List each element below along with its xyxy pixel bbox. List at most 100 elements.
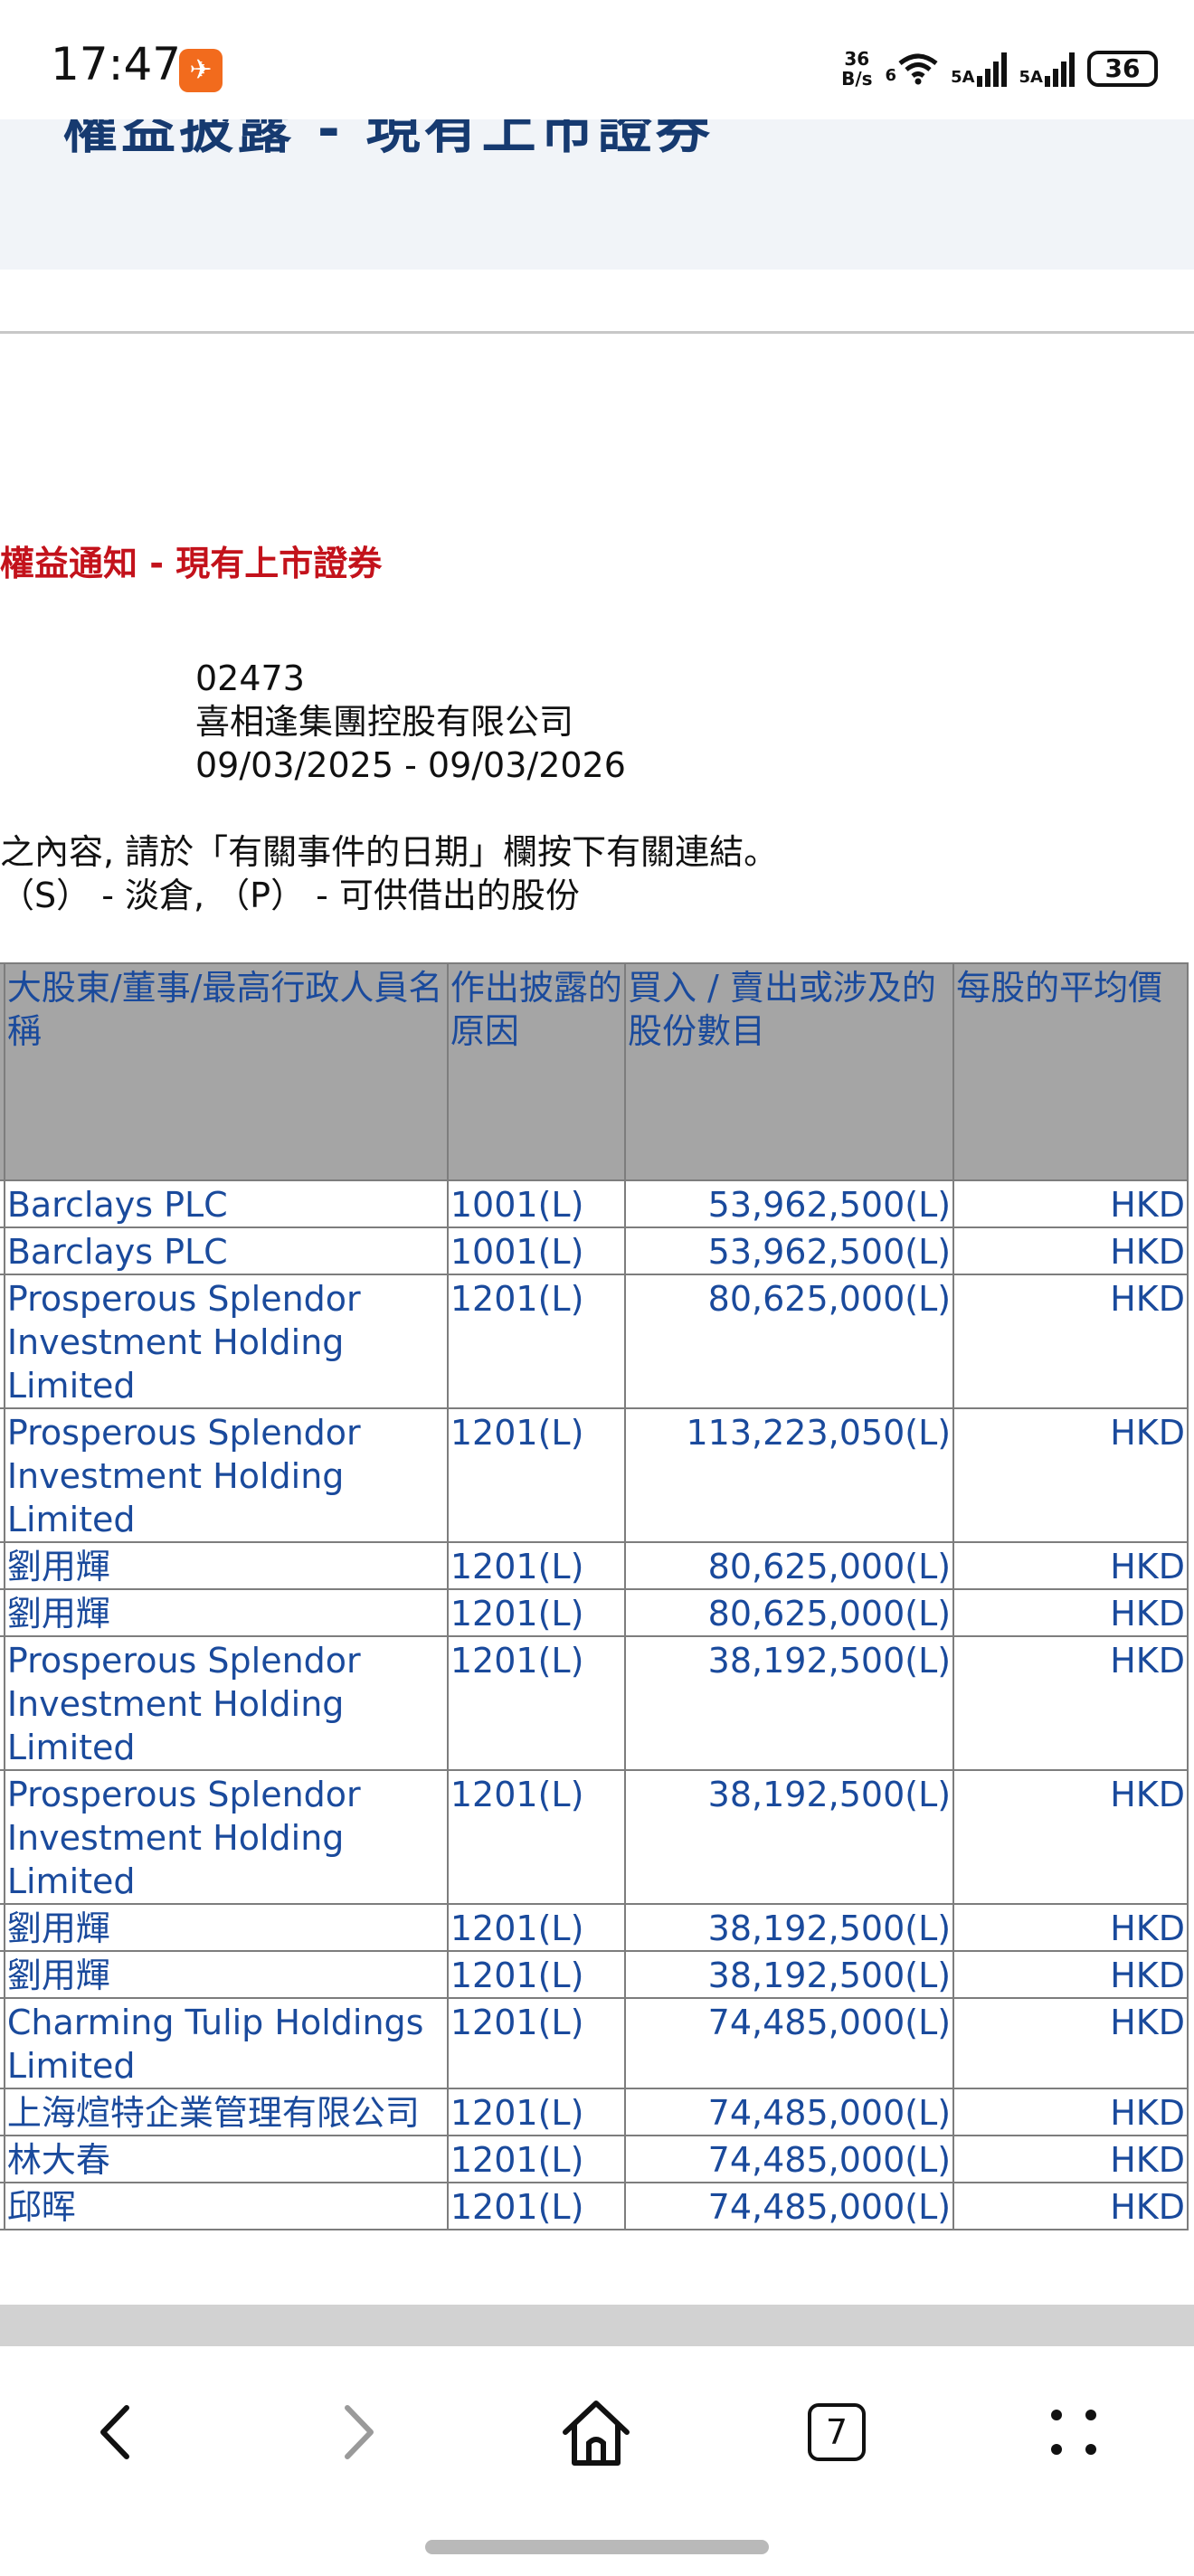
table-header-row: 大股東/董事/最高行政人員名稱 作出披露的原因 買入 / 賣出或涉及的股份數目 … [0,962,1189,1181]
gesture-bar[interactable] [425,2540,769,2554]
disclosure-reason: 1201(L) [446,1997,626,2089]
shares-count: 74,485,000(L) [623,2088,955,2136]
table-row: Charming Tulip Holdings Limited 1201(L) 74… [0,1997,1189,2089]
status-icons: 36 B/s 6 5A 5A 36 [841,42,1158,96]
disclosure-reason: 1201(L) [446,1541,626,1590]
table-row: Prosperous Splendor Investment Holding L… [0,1274,1189,1409]
avg-price-currency: HKD [952,2088,1189,2136]
table-row: Prosperous Splendor Investment Holding L… [0,1635,1189,1771]
holder-name: 林大春 [3,2135,449,2183]
divider [0,331,1194,334]
header-reason: 作出披露的原因 [446,962,626,1181]
avg-price-currency: HKD [952,1997,1189,2089]
holder-name: Barclays PLC [3,1226,449,1275]
avg-price-currency: HKD [952,1179,1189,1228]
app-notification-icon: ✈ [179,49,223,92]
table-row: 上海煊特企業管理有限公司 1201(L) 74,485,000(L) HKD [0,2088,1189,2136]
shares-count: 74,485,000(L) [623,1997,955,2089]
shares-count: 53,962,500(L) [623,1226,955,1275]
avg-price-currency: HKD [952,1274,1189,1409]
holder-name: 劉用輝 [3,1588,449,1637]
table-row: Barclays PLC 1001(L) 53,962,500(L) HKD [0,1179,1189,1228]
disclosure-reason: 1201(L) [446,1588,626,1637]
sim2-label: 5A [1019,68,1043,87]
date-range: 09/03/2025 - 09/03/2026 [195,745,626,785]
shares-count: 74,485,000(L) [623,2182,955,2230]
shares-count: 80,625,000(L) [623,1274,955,1409]
avg-price-currency: HKD [952,2135,1189,2183]
disclosure-reason: 1001(L) [446,1179,626,1228]
holder-name: 劉用輝 [3,1950,449,1999]
avg-price-currency: HKD [952,1541,1189,1590]
back-button[interactable] [65,2382,165,2482]
back-icon [100,2405,129,2459]
avg-price-currency: HKD [952,1407,1189,1543]
menu-button[interactable] [1024,2382,1123,2482]
shares-count: 38,192,500(L) [623,1903,955,1952]
signal-icon-2: 5A [1019,51,1075,87]
network-speed-value: 36 [844,48,870,70]
holder-name: Barclays PLC [3,1179,449,1228]
avg-price-currency: HKD [952,2182,1189,2230]
forward-button[interactable] [309,2382,409,2482]
tabs-icon: 7 [808,2403,866,2461]
avg-price-currency: HKD [952,1635,1189,1771]
holder-name: Prosperous Splendor Investment Holding L… [3,1635,449,1771]
header-shares: 買入 / 賣出或涉及的股份數目 [623,962,955,1181]
stock-meta: 02473 喜相逢集團控股有限公司 09/03/2025 - 09/03/202… [195,657,626,787]
disclosure-reason: 1201(L) [446,1635,626,1771]
table-row: 劉用輝 1201(L) 38,192,500(L) HKD [0,1950,1189,1999]
wifi-glyph [898,53,938,85]
avg-price-currency: HKD [952,1588,1189,1637]
sim1-bars [976,51,1007,87]
clock: 17:47 [51,38,182,90]
disclosure-reason: 1201(L) [446,1950,626,1999]
avg-price-currency: HKD [952,1226,1189,1275]
signal-icon: 5A [951,51,1007,87]
disclosure-reason: 1001(L) [446,1226,626,1275]
table-row: Prosperous Splendor Investment Holding L… [0,1769,1189,1905]
wifi-label: 6 [885,66,897,85]
disclosure-reason: 1201(L) [446,2088,626,2136]
menu-icon [1051,2410,1096,2455]
notice-heading: 權益通知 - 現有上市證券 [0,544,383,583]
holder-name: 邱晖 [3,2182,449,2230]
shares-count: 53,962,500(L) [623,1179,955,1228]
disclosure-reason: 1201(L) [446,1274,626,1409]
stock-code: 02473 [195,658,305,698]
disclosure-reason: 1201(L) [446,2182,626,2230]
network-speed: 36 B/s [841,49,872,89]
page-bottom-strip [0,2305,1194,2346]
battery-icon: 36 [1087,51,1158,87]
avg-price-currency: HKD [952,1769,1189,1905]
avg-price-currency: HKD [952,1950,1189,1999]
sim2-bars [1045,51,1075,87]
table-row: 邱晖 1201(L) 74,485,000(L) HKD [0,2182,1189,2230]
home-button[interactable] [546,2382,646,2482]
company-name: 喜相逢集團控股有限公司 [195,702,574,742]
shares-count: 113,223,050(L) [623,1407,955,1543]
table-row: Prosperous Splendor Investment Holding L… [0,1407,1189,1543]
table-row: 劉用輝 1201(L) 38,192,500(L) HKD [0,1903,1189,1952]
page-banner: 權益披露 - 現有上市證券 [0,119,1194,270]
disclosure-table: 大股東/董事/最高行政人員名稱 作出披露的原因 買入 / 賣出或涉及的股份數目 … [0,962,1189,2230]
note-line: 之內容, 請於「有關事件的日期」欄按下有關連結。 [0,832,779,872]
status-bar: 17:47 ✈ 36 B/s 6 5A 5A 36 [0,0,1194,119]
note-line: （S） - 淡倉, （P） - 可供借出的股份 [0,876,580,915]
home-icon [563,2401,630,2466]
notes: 之內容, 請於「有關事件的日期」欄按下有關連結。 （S） - 淡倉, （P） -… [0,830,778,917]
table-row: 劉用輝 1201(L) 80,625,000(L) HKD [0,1541,1189,1590]
disclosure-reason: 1201(L) [446,1769,626,1905]
avg-price-currency: HKD [952,1903,1189,1952]
tabs-button[interactable]: 7 [787,2382,886,2482]
holder-name: Prosperous Splendor Investment Holding L… [3,1769,449,1905]
shares-count: 80,625,000(L) [623,1588,955,1637]
disclosure-reason: 1201(L) [446,2135,626,2183]
table-row: Barclays PLC 1001(L) 53,962,500(L) HKD [0,1226,1189,1275]
page-title: 權益披露 - 現有上市證券 [63,119,714,161]
holder-name: Charming Tulip Holdings Limited [3,1997,449,2089]
disclosure-reason: 1201(L) [446,1903,626,1952]
shares-count: 38,192,500(L) [623,1635,955,1771]
header-avg-price: 每股的平均價 [952,962,1189,1181]
shares-count: 80,625,000(L) [623,1541,955,1590]
